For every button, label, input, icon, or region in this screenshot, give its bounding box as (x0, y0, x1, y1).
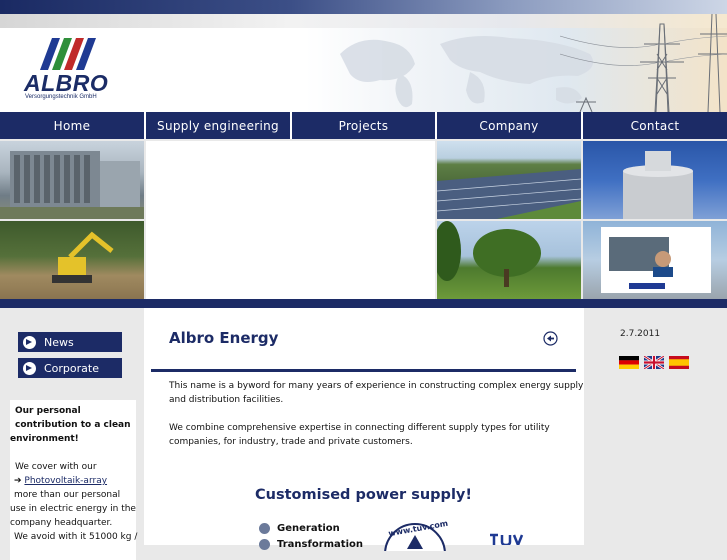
bullet-generation: Generation (259, 523, 340, 534)
german-flag-icon[interactable] (619, 356, 639, 369)
title-underline (151, 369, 576, 372)
corporate-button[interactable]: Corporate (18, 358, 122, 378)
intro-line2: and distribution facilities. (169, 395, 284, 405)
solar-field-photo (437, 141, 581, 219)
box-line2: more than our personal (14, 490, 121, 500)
environment-box: Our personal contribution to a clean env… (10, 400, 138, 560)
arrow-right-icon (23, 361, 36, 375)
arrow-right-icon (23, 335, 36, 349)
photovoltaik-link[interactable]: Photovoltaik-array (24, 476, 107, 486)
back-arrow-icon[interactable] (543, 331, 558, 346)
tuv-logo-icon (490, 533, 524, 545)
nav-company[interactable]: Company (437, 112, 581, 139)
expertise-line1: We combine comprehensive expertise in co… (169, 423, 550, 433)
nav-contact[interactable]: Contact (583, 112, 727, 139)
section-divider (0, 299, 727, 308)
box-heading-line1: Our personal (15, 406, 81, 416)
logo-wordmark: ALBRO (24, 70, 109, 96)
logo-stripes-icon (40, 38, 96, 70)
nav-supply-engineering[interactable]: Supply engineering (146, 112, 290, 139)
subtitle: Customised power supply! (255, 487, 472, 503)
bullet-label: Generation (277, 523, 340, 534)
excavator-photo (0, 221, 144, 299)
box-line3: use in electric energy in the (10, 504, 136, 514)
uk-flag-icon[interactable] (644, 356, 664, 369)
main-nav: Home Supply engineering Projects Company… (0, 112, 727, 139)
left-sidebar: News Corporate Our personal contribution… (0, 308, 144, 560)
news-label: News (44, 335, 74, 349)
nav-projects[interactable]: Projects (292, 112, 435, 139)
news-button[interactable]: News (18, 332, 122, 352)
power-pylons-graphic (560, 14, 727, 112)
date-label: 2.7.2011 (620, 329, 661, 339)
box-heading-line3: environment! (10, 434, 79, 444)
main-content: Albro Energy This name is a byword for m… (144, 308, 584, 551)
page-title: Albro Energy (169, 329, 279, 347)
arrow-right-icon: ➔ (14, 476, 22, 486)
intro-line1: This name is a byword for many years of … (169, 381, 584, 391)
nav-home[interactable]: Home (0, 112, 144, 139)
box-heading-line2: contribution to a clean (15, 420, 131, 430)
right-sidebar: 2.7.2011 (584, 308, 727, 545)
truck-photo (583, 221, 727, 299)
bullet-arrow-icon (259, 523, 270, 534)
box-line5: We avoid with it 51000 kg / (14, 532, 138, 542)
transformer-photo (0, 141, 144, 219)
header: ALBRO Versorgungstechnik GmbH (0, 14, 727, 112)
corporate-label: Corporate (44, 361, 99, 375)
tree-photo (437, 221, 581, 299)
spanish-flag-icon[interactable] (669, 356, 689, 369)
tank-photo (583, 141, 727, 219)
top-strip (0, 0, 727, 14)
box-line4: company headquarter. (10, 518, 113, 528)
albro-logo[interactable]: ALBRO Versorgungstechnik GmbH (24, 38, 116, 106)
box-line1: We cover with our (15, 462, 97, 472)
logo-subtitle: Versorgungstechnik GmbH (25, 94, 97, 100)
blank-panel (146, 141, 435, 299)
tuv-badge: www.tuv.com (382, 521, 448, 551)
expertise-line2: companies, for industry, trade and priva… (169, 437, 413, 447)
